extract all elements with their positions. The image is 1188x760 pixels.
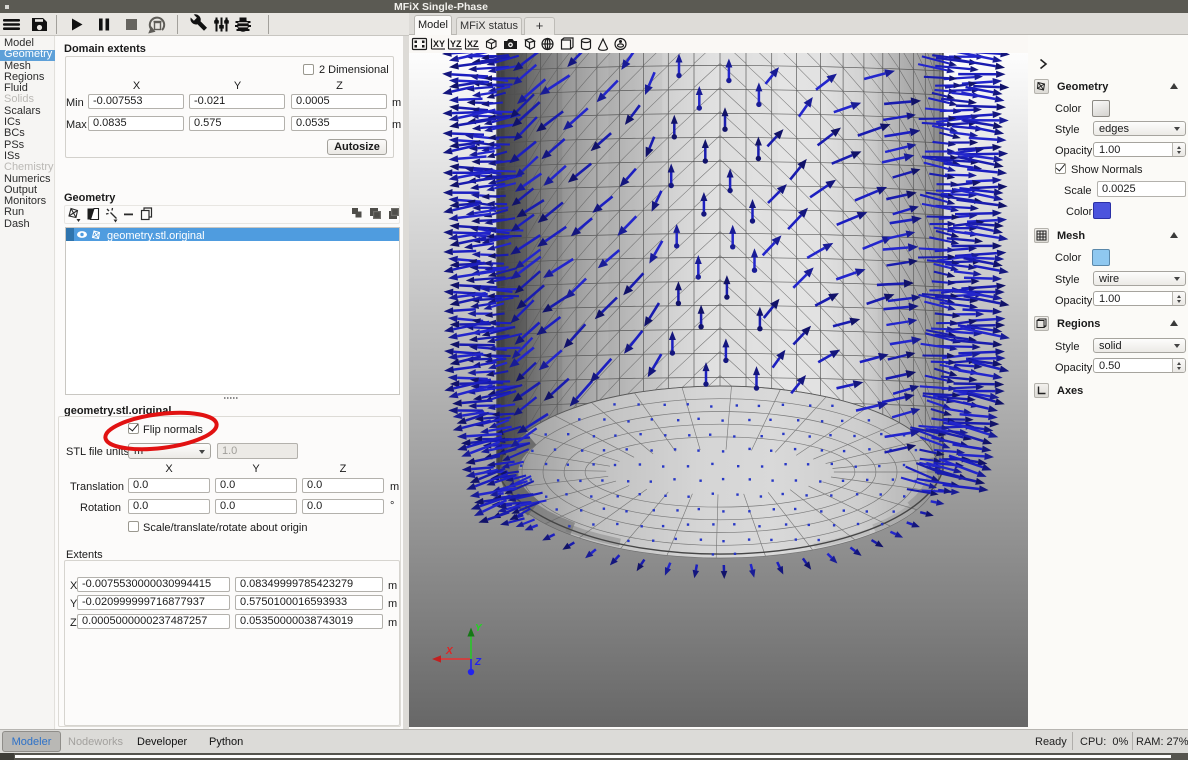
svg-text:X: X	[445, 646, 454, 657]
svg-text:XZ: XZ	[467, 39, 479, 49]
svg-text:XY: XY	[433, 39, 445, 49]
svg-text:YZ: YZ	[450, 39, 462, 49]
svg-text:Z: Z	[474, 657, 482, 668]
